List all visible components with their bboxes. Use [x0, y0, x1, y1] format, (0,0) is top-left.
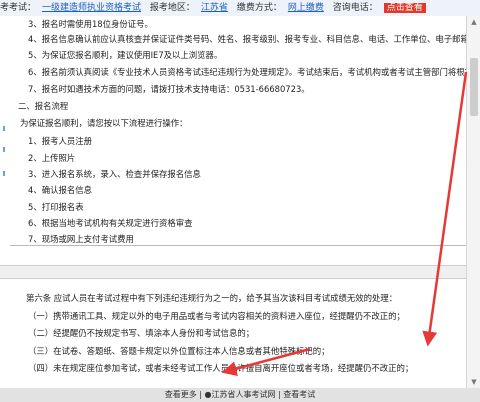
- scroll-up-icon[interactable]: ▲: [467, 16, 480, 28]
- page-break: [0, 265, 466, 279]
- step-item: 2、上传照片: [28, 153, 76, 163]
- area-link[interactable]: 江苏省: [201, 3, 228, 13]
- article-six: 第六条 应试人员在考试过程中有下列违纪违规行为之一的，给予其当次该科目考试成绩无…: [26, 293, 398, 303]
- vertical-scrollbar[interactable]: ▲ ▼: [466, 16, 480, 388]
- document-viewer[interactable]: 3、报名时需使用18位身份证号。 4、报名信息确认前应认真核查并保证证件类号码、…: [0, 16, 466, 388]
- view-phone-button[interactable]: 点击查看: [383, 3, 426, 13]
- document-page: 3、报名时需使用18位身份证号。 4、报名信息确认前应认真核查并保证证件类号码、…: [0, 16, 466, 388]
- step-item: 3、进入报名系统，录入、检查并保存报名信息: [28, 169, 201, 179]
- step-item: 4、确认报名信息: [28, 185, 92, 195]
- step-item: 1、报考人员注册: [28, 136, 92, 146]
- rule-item: （一）携带通讯工具、规定以外的电子用品或者与考试内容相关的资料进入座位，经提醒仍…: [28, 311, 405, 321]
- notice-line-7: 7、报名时如遇技术方面的问题，请拨打技术支持电话：0531-66680723。: [28, 84, 310, 94]
- margin-marker: [3, 147, 5, 152]
- exam-label: 考考试：: [0, 3, 37, 13]
- notice-line-3: 3、报名时需使用18位身份证号。: [28, 19, 153, 29]
- step-item: 6、根据当地考试机构有关规定进行资格审查: [28, 218, 193, 228]
- page-divider: [10, 245, 466, 246]
- notice-line-4: 4、报名信息确认前应认真核查并保证证件类号码、姓名、报考级别、报考专业、科目信息…: [28, 34, 466, 44]
- rule-item: （二）经提醒仍不按规定书写、填涂本人身份和考试信息的；: [28, 328, 255, 338]
- section-heading: 二、报名流程: [18, 101, 69, 111]
- exam-link[interactable]: 一级建造师执业资格考试: [42, 3, 141, 13]
- rule-item: （三）在试卷、答题纸、答题卡规定以外位置标注本人信息或者其他特殊标记的；: [28, 346, 330, 356]
- rule-item: （四）未在规定座位参加考试，或者未经考试工作人员允许擅自离开座位或者考场，经提醒…: [28, 363, 414, 373]
- phone-label: 咨询电话：: [332, 3, 378, 13]
- section-intro: 为保证报名顺利，请您按以下流程进行操作：: [20, 118, 188, 128]
- step-item: 5、打印报名表: [28, 202, 84, 212]
- scroll-thumb[interactable]: [470, 58, 478, 116]
- payment-link[interactable]: 网上缴费: [288, 3, 324, 13]
- scroll-down-icon[interactable]: ▼: [467, 376, 480, 388]
- bottom-bar: 查看更多 | ●江苏省人事考试网 | 查看考试: [0, 388, 480, 402]
- notice-line-5: 5、为保证您报名顺利，建议使用IE7及以上浏览器。: [28, 50, 223, 60]
- area-label: 报考地区：: [149, 3, 195, 13]
- notice-line-6: 6、报名前须认真阅读《专业技术人员资格考试违纪违规行为处理规定》。考试结束后，考…: [28, 67, 466, 77]
- margin-marker: [3, 126, 5, 131]
- payment-label: 缴费方式：: [236, 3, 282, 13]
- step-item: 7、现场或网上支付考试费用: [28, 234, 134, 244]
- margin-marker: [3, 171, 5, 176]
- exam-info-bar: 考考试： 一级建造师执业资格考试 报考地区： 江苏省 缴费方式： 网上缴费 咨询电话：…: [0, 0, 480, 17]
